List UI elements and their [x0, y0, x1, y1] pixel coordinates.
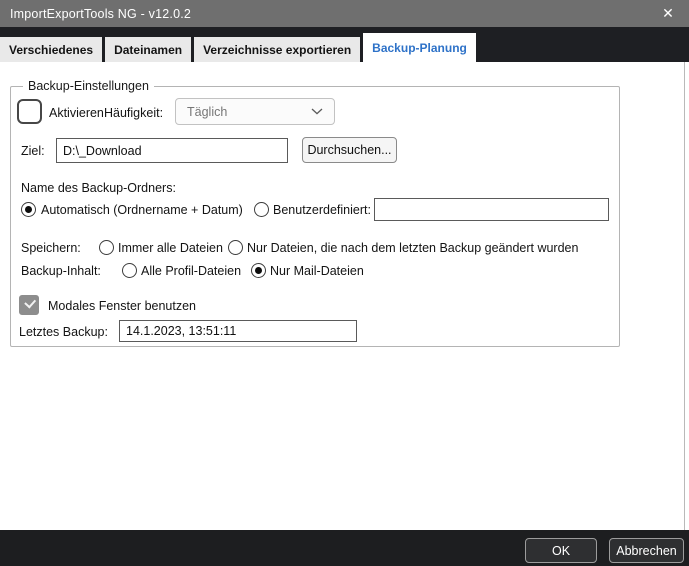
mail-files-label: Nur Mail-Dateien	[270, 264, 364, 278]
activate-checkbox[interactable]	[17, 99, 42, 124]
custom-name-radio[interactable]	[254, 202, 269, 217]
titlebar[interactable]: ImportExportTools NG - v12.0.2 ✕	[0, 0, 689, 27]
modal-window-label: Modales Fenster benutzen	[48, 299, 196, 313]
ok-button[interactable]: OK	[525, 538, 597, 563]
custom-name-input[interactable]	[374, 198, 609, 221]
frequency-value: Täglich	[187, 105, 311, 119]
frequency-select[interactable]: Täglich	[175, 98, 335, 125]
dialog-footer: OK Abbrechen	[0, 530, 689, 566]
target-path-input[interactable]	[56, 138, 288, 163]
close-icon[interactable]: ✕	[653, 0, 683, 27]
profile-files-radio[interactable]	[122, 263, 137, 278]
save-changed-radio[interactable]	[228, 240, 243, 255]
chevron-down-icon	[311, 108, 323, 115]
last-backup-input[interactable]	[119, 320, 357, 342]
auto-name-label: Automatisch (Ordnername + Datum)	[41, 203, 243, 217]
save-all-radio[interactable]	[99, 240, 114, 255]
frequency-label: Häufigkeit:	[104, 106, 163, 120]
auto-name-radio[interactable]	[21, 202, 36, 217]
last-backup-label: Letztes Backup:	[19, 325, 108, 339]
window-title: ImportExportTools NG - v12.0.2	[10, 7, 191, 21]
groupbox-title: Backup-Einstellungen	[23, 79, 154, 93]
activate-label: Aktivieren	[49, 106, 104, 120]
content-mode-label: Backup-Inhalt:	[21, 264, 101, 278]
dialog-window: ImportExportTools NG - v12.0.2 ✕ Verschi…	[0, 0, 689, 566]
tab-backup-planung[interactable]: Backup-Planung	[363, 33, 476, 62]
tab-bar: Verschiedenes Dateinamen Verzeichnisse e…	[0, 30, 689, 62]
browse-button[interactable]: Durchsuchen...	[302, 137, 397, 163]
backup-settings-groupbox: Backup-Einstellungen Aktivieren Häufigke…	[10, 86, 620, 347]
profile-files-label: Alle Profil-Dateien	[141, 264, 241, 278]
cancel-button[interactable]: Abbrechen	[609, 538, 684, 563]
tab-verzeichnisse-exportieren[interactable]: Verzeichnisse exportieren	[194, 37, 360, 62]
modal-window-checkbox[interactable]	[19, 295, 39, 315]
tab-verschiedenes[interactable]: Verschiedenes	[0, 37, 102, 62]
save-all-label: Immer alle Dateien	[118, 241, 223, 255]
mail-files-radio[interactable]	[251, 263, 266, 278]
folder-name-label: Name des Backup-Ordners:	[21, 181, 176, 195]
save-mode-label: Speichern:	[21, 241, 81, 255]
save-changed-label: Nur Dateien, die nach dem letzten Backup…	[247, 241, 578, 255]
custom-name-label: Benutzerdefiniert:	[273, 203, 371, 217]
target-label: Ziel:	[21, 144, 45, 158]
tab-dateinamen[interactable]: Dateinamen	[105, 37, 191, 62]
tab-panel-backup-planung: Backup-Einstellungen Aktivieren Häufigke…	[0, 62, 689, 530]
